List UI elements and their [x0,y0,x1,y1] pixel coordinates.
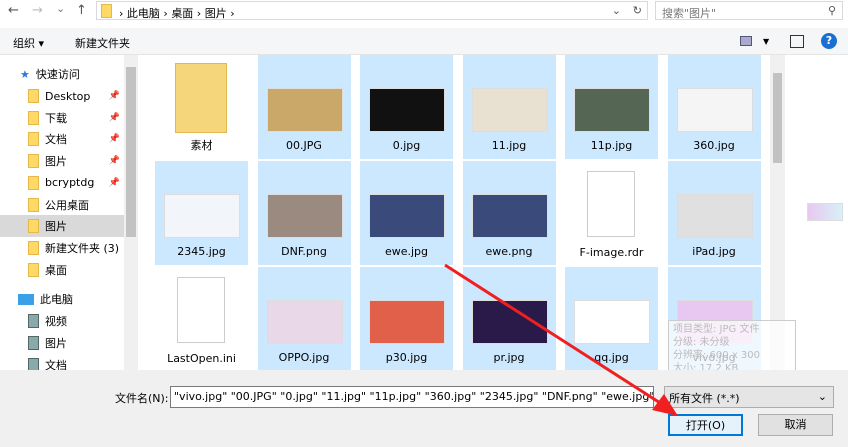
red-arrow-annotation [444,263,678,416]
